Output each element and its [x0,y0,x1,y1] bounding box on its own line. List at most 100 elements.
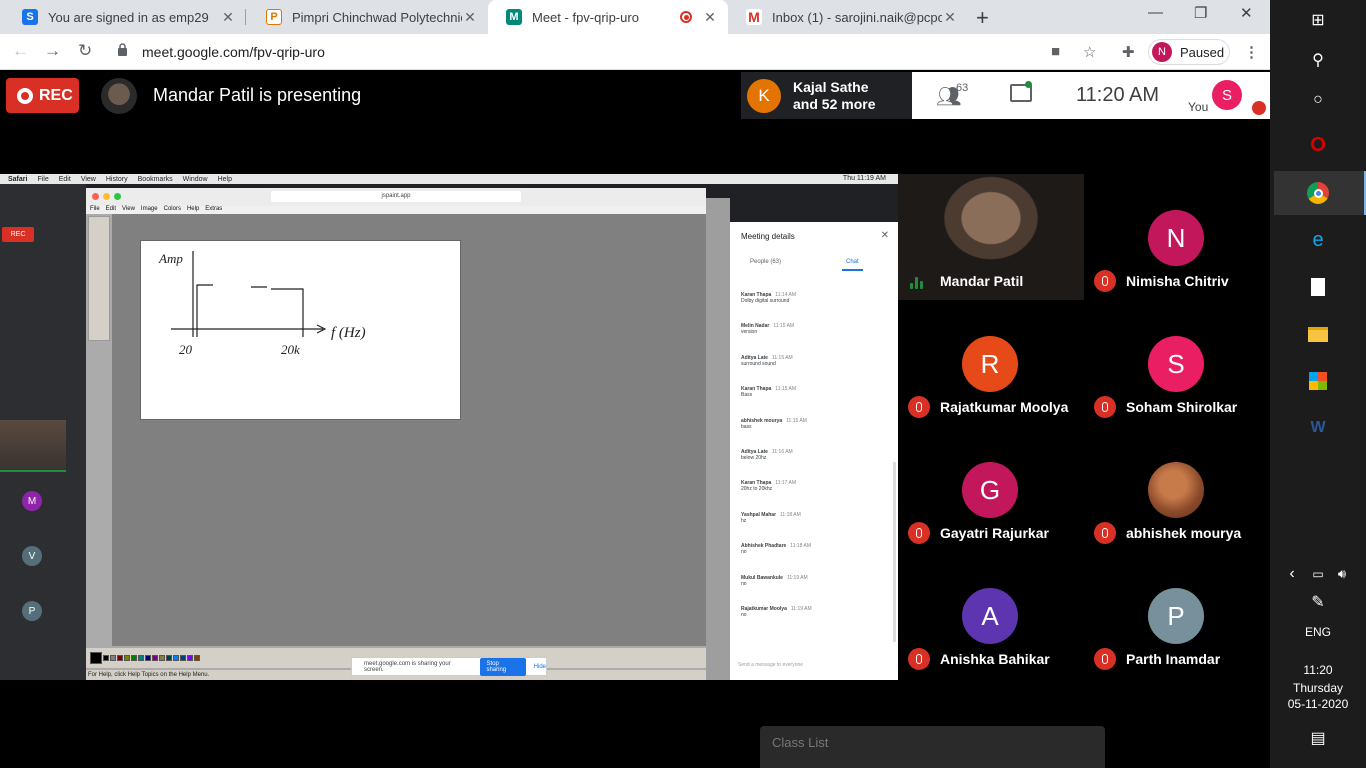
word-icon[interactable]: W [1306,416,1330,440]
profile-button[interactable]: N Paused [1148,39,1230,65]
speaker-avatar: K [747,78,781,113]
mic-off-icon [908,522,930,544]
chat-input[interactable]: Send a message to everyone [738,662,803,668]
forward-icon[interactable]: → [44,41,61,61]
rec-label: REC [39,86,73,104]
self-avatar: S [1212,80,1242,110]
opera-icon[interactable]: O [1306,133,1330,157]
taskbar-time[interactable]: 11:20 [1270,663,1366,677]
tab-people[interactable]: People (63) [750,259,781,265]
drawing-label-amp: Amp [158,251,183,266]
details-title: Meeting details [741,232,795,241]
paint-canvas: Amp 20 20k f (Hz) [140,240,461,420]
bookmark-star-icon[interactable]: ☆ [1083,43,1096,61]
browser-tab-2[interactable]: P Pimpri Chinchwad Polytechnic ✕ [248,0,488,34]
volume-icon[interactable]: 🔊︎ [1330,562,1354,586]
participant-avatar: P [1148,588,1204,644]
paint-workspace: Amp 20 20k f (Hz) [112,214,706,646]
back-icon[interactable]: ← [12,41,29,61]
site-favicon: P [266,9,282,25]
tab-close-icon[interactable]: ✕ [462,9,478,26]
browser-tab-1[interactable]: S You are signed in as emp29 ✕ [4,0,246,34]
language-indicator[interactable]: ENG [1270,625,1366,639]
hide-button[interactable]: Hide [534,664,546,670]
chat-message: Karan Thapa 11:17 AM 20hz to 20khz [741,480,797,493]
tab-title: Inbox (1) - sarojini.naik@pcpolyte [772,9,942,25]
record-icon [17,87,33,104]
browser-tab-meet[interactable]: M Meet - fpv-qrip-uro ✕ [488,0,728,34]
participant-name: Mandar Patil [940,273,1024,289]
task-view-icon[interactable]: ○ [1306,88,1330,112]
participant-tile[interactable]: P Parth Inamdar [1084,552,1270,678]
participant-tile[interactable]: abhishek mourya [1084,426,1270,552]
participant-photo [1148,462,1204,518]
participant-tile[interactable]: S Soham Shirolkar [1084,300,1270,426]
pen-icon[interactable]: ✎ [1306,590,1330,614]
drawing-label-20: 20 [179,342,193,357]
close-window-icon[interactable]: ✕ [1240,4,1253,22]
gmail-favicon: M [746,9,762,25]
chat-notification-dot [1025,81,1032,88]
participant-name: Gayatri Rajurkar [940,525,1049,541]
browser-toolbar: ← → ↻ meet.google.com/fpv-qrip-uro ■ ☆ ✚… [0,34,1270,70]
browser-tab-gmail[interactable]: M Inbox (1) - sarojini.naik@pcpolyte ✕ [728,0,968,34]
edge-icon[interactable]: e [1306,228,1330,252]
tab-title: Meet - fpv-qrip-uro [532,9,639,25]
participant-name: abhishek mourya [1126,525,1242,541]
participant-count: 63 [956,82,969,94]
chrome-icon[interactable] [1306,181,1330,205]
class-list-label: Class List [772,735,829,750]
participant-avatar: N [1148,210,1204,266]
meet-favicon: M [506,9,522,25]
participant-avatar: S [1148,336,1204,392]
active-speakers[interactable]: K Kajal Sathe and 52 more [741,72,912,119]
mac-clock: Thu 11:19 AM [842,175,886,182]
stop-sharing-button[interactable]: Stop sharing [480,657,526,676]
restore-icon[interactable]: ❐ [1194,4,1207,22]
participant-tile[interactable]: A Anishka Bahikar [898,552,1084,678]
battery-icon[interactable]: ▭ [1306,562,1330,586]
close-panel-icon[interactable]: ✕ [881,230,889,241]
camera-icon[interactable]: ■ [1051,43,1060,60]
meet-controls: 👥︎ 63 11:20 AM S You [912,72,1270,119]
class-list-panel[interactable]: Class List [760,726,1105,768]
file-explorer-icon[interactable] [1306,322,1330,346]
participant-tile[interactable]: G Gayatri Rajurkar [898,426,1084,552]
paint-toolbox [88,216,110,341]
tab-close-icon[interactable]: ✕ [220,9,236,26]
participant-avatar: A [962,588,1018,644]
self-mic-off-icon [1252,101,1266,115]
chat-message: abhishek mourya 11:15 AM bass [741,417,807,430]
tab-chat[interactable]: Chat [842,259,863,271]
windows-start-icon[interactable]: ⊞ [1306,8,1330,32]
chrome-menu-icon[interactable]: ⋮ [1244,43,1259,61]
tab-close-icon[interactable]: ✕ [702,9,718,26]
tab-close-icon[interactable]: ✕ [942,9,958,26]
speaker-name: Kajal Sathe [793,78,869,95]
chat-messages: Karan Thapa 11:14 AM Dolby digital surroun… [741,292,891,637]
chat-message: Melin Nadar 11:15 AM version [741,323,795,336]
store-icon[interactable] [1306,369,1330,393]
reload-icon[interactable]: ↻ [78,41,92,61]
participant-tile-video[interactable]: Mandar Patil [898,174,1084,300]
tray-chevron-icon[interactable]: ‹ [1280,562,1304,586]
taskbar-day[interactable]: Thursday [1270,681,1366,695]
recording-indicator-icon [680,11,692,23]
participant-tile[interactable]: R Rajatkumar Moolya [898,300,1084,426]
taskbar-date[interactable]: 05-11-2020 [1270,697,1366,711]
address-bar[interactable]: meet.google.com/fpv-qrip-uro [142,44,325,60]
minimize-icon[interactable]: — [1148,4,1163,21]
participant-name: Parth Inamdar [1126,651,1221,667]
file-icon[interactable] [1306,275,1330,299]
new-tab-icon[interactable]: + [976,5,989,31]
drawing-label-20k: 20k [281,342,300,357]
extensions-icon[interactable]: ✚ [1122,43,1135,61]
participant-tile[interactable]: N Nimisha Chitriv [1084,174,1270,300]
profile-avatar: N [1152,42,1172,62]
search-icon[interactable]: ⚲ [1306,48,1330,72]
chat-message: Yashpal Mahar 11:18 AM hz [741,511,801,524]
notifications-icon[interactable]: ▤ [1306,726,1330,750]
chat-scrollbar[interactable] [893,462,896,642]
chat-message: Aditya Late 11:16 AM below 20hz [741,448,793,461]
drawing-label-freq: f (Hz) [331,325,366,341]
